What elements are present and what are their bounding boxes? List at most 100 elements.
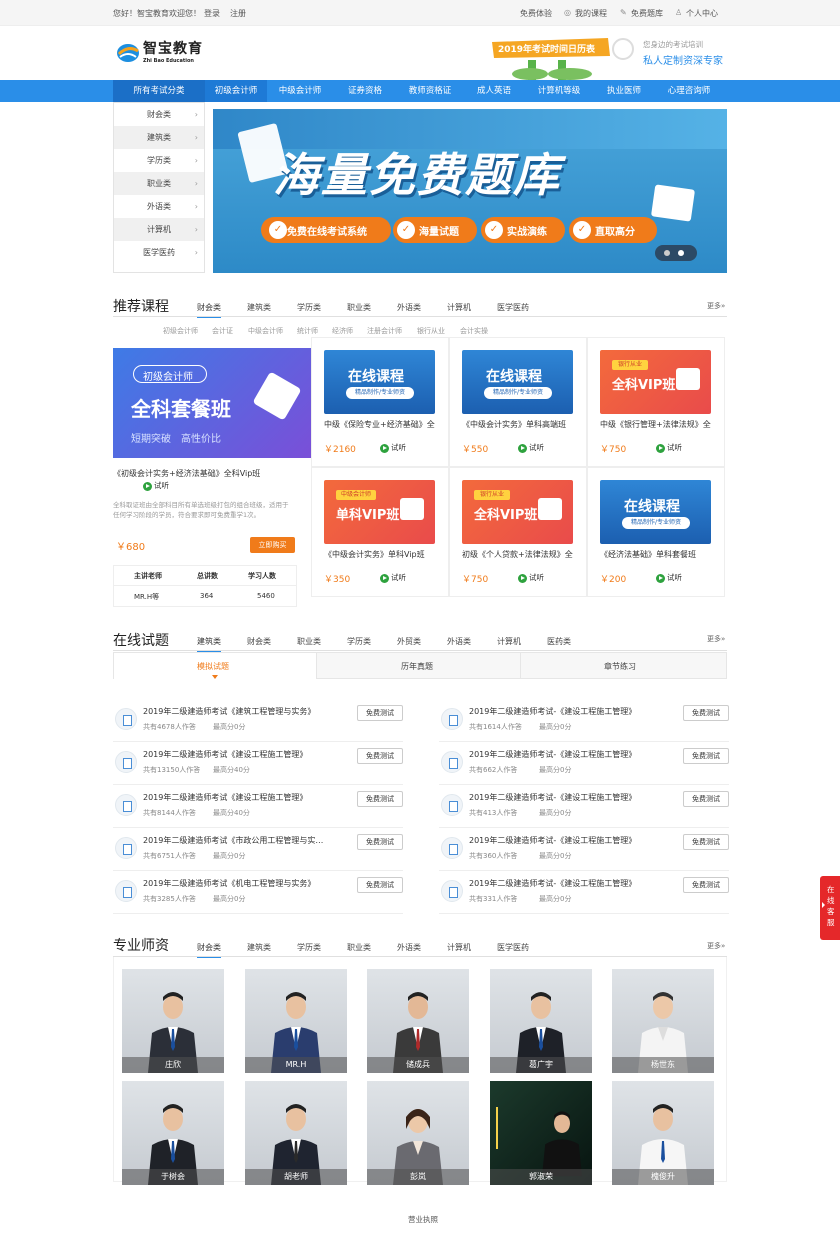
free-test-button[interactable]: 免费测试 — [683, 877, 729, 893]
sidebar-item[interactable]: 建筑类 › — [114, 126, 204, 149]
subtab-link[interactable]: 注册会计师 — [367, 326, 402, 336]
subtab-link[interactable]: 中级会计师 — [248, 326, 283, 336]
course-card[interactable]: 在线课程 精品制作/专业师资 《中级会计实务》单科高端班 ￥550 试听 — [449, 337, 587, 467]
tab-category[interactable]: 医药类 — [547, 636, 571, 647]
subtab-link[interactable]: 会计实操 — [460, 326, 488, 336]
exam-calendar-banner[interactable]: 2019年考试时间日历表 — [490, 30, 610, 80]
more-link[interactable]: 更多» — [707, 941, 725, 951]
exam-row[interactable]: 2019年二级建造师考试《机电工程管理与实务》 共有3285人作答 最高分0分 免费测… — [113, 871, 403, 914]
tab-category[interactable]: 职业类 — [297, 636, 321, 647]
trial-link[interactable]: 试听 — [518, 572, 544, 583]
tab-category[interactable]: 财会类 — [247, 636, 271, 647]
trial-link[interactable]: 试听 — [656, 442, 682, 453]
sidebar-item[interactable]: 医学医药 › — [114, 241, 204, 264]
nav-item[interactable]: 证券资格 — [333, 80, 397, 102]
trial-link[interactable]: 试听 — [380, 572, 406, 583]
course-card[interactable]: 在线课程 精品制作/专业师资 《经济法基础》单科套餐班 ￥200 试听 — [587, 467, 725, 597]
free-test-button[interactable]: 免费测试 — [683, 748, 729, 764]
exam-row[interactable]: 2019年二级建造师考试《建筑工程管理与实务》 共有4678人作答 最高分0分 免费测… — [113, 699, 403, 742]
free-test-button[interactable]: 免费测试 — [357, 877, 403, 893]
teacher-card[interactable]: 胡老师 — [245, 1081, 347, 1185]
exam-row[interactable]: 2019年二级建造师考试-《建设工程施工管理》 共有1614人作答 最高分0分 免费测… — [439, 699, 729, 742]
tab-category[interactable]: 外贸类 — [397, 636, 421, 647]
free-test-button[interactable]: 免费测试 — [683, 791, 729, 807]
tab-category[interactable]: 计算机 — [447, 942, 471, 953]
tab-category[interactable]: 计算机 — [447, 302, 471, 313]
course-card[interactable]: 银行从业 全科VIP班 中级《银行管理+法律法规》全 ￥750 试听 — [587, 337, 725, 467]
tab-category[interactable]: 学历类 — [347, 636, 371, 647]
personal-center-link[interactable]: 个人中心 — [686, 8, 718, 19]
business-license-link[interactable]: 营业执照 — [408, 1214, 438, 1225]
exam-row[interactable]: 2019年二级建造师考试《建设工程施工管理》 共有13150人作答 最高分40分 免费… — [113, 742, 403, 785]
teacher-card[interactable]: 于树会 — [122, 1081, 224, 1185]
free-test-button[interactable]: 免费测试 — [683, 834, 729, 850]
teacher-card[interactable]: MR.H — [245, 969, 347, 1073]
buy-now-button[interactable]: 立即购买 — [250, 537, 295, 553]
sidebar-item[interactable]: 外语类 › — [114, 195, 204, 218]
exam-row[interactable]: 2019年二级建造师考试-《建设工程施工管理》 共有331人作答 最高分0分 免费测试 — [439, 871, 729, 914]
tab-category[interactable]: 外语类 — [397, 302, 421, 313]
sidebar-item[interactable]: 职业类 › — [114, 172, 204, 195]
exam-row[interactable]: 2019年二级建造师考试《市政公用工程管理与实务》 共有6751人作答 最高分0分 免… — [113, 828, 403, 871]
subtab-link[interactable]: 初级会计师 — [163, 326, 198, 336]
free-test-button[interactable]: 免费测试 — [357, 834, 403, 850]
my-course-link[interactable]: 我的课程 — [575, 8, 607, 19]
tab-category[interactable]: 学历类 — [297, 942, 321, 953]
nav-item[interactable]: 计算机等级 — [525, 80, 593, 102]
teacher-card[interactable]: 储成兵 — [367, 969, 469, 1073]
nav-item[interactable]: 中级会计师 — [267, 80, 333, 102]
teacher-card[interactable]: 杨世东 — [612, 969, 714, 1073]
carousel-dot[interactable] — [664, 250, 670, 256]
carousel-dot-active[interactable] — [678, 250, 684, 256]
free-bank-link[interactable]: 免费题库 — [631, 8, 663, 19]
sidebar-item[interactable]: 计算机 › — [114, 218, 204, 241]
nav-item[interactable]: 执业医师 — [593, 80, 655, 102]
teacher-card[interactable]: 郭淑荣 — [490, 1081, 592, 1185]
course-card[interactable]: 中级会计师 单科VIP班 《中级会计实务》单科Vip班 ￥350 试听 — [311, 467, 449, 597]
hero-banner[interactable]: 海量免费题库 免费在线考试系统 海量试题 实战演练 直取高分 ✓ ✓ ✓ ✓ — [213, 109, 727, 273]
tab-category[interactable]: 计算机 — [497, 636, 521, 647]
subtab-chapter[interactable]: 章节练习 — [604, 661, 636, 672]
tab-category[interactable]: 建筑类 — [247, 302, 271, 313]
exam-row[interactable]: 2019年二级建造师考试-《建设工程施工管理》 共有413人作答 最高分0分 免费测试 — [439, 785, 729, 828]
subtab-link[interactable]: 统计师 — [297, 326, 318, 336]
nav-item[interactable]: 教师资格证 — [397, 80, 463, 102]
teacher-card[interactable]: 葛广宇 — [490, 969, 592, 1073]
trial-link[interactable]: 试听 — [656, 572, 682, 583]
free-test-button[interactable]: 免费测试 — [683, 705, 729, 721]
course-card[interactable]: 银行从业 全科VIP班 初级《个人贷款+法律法规》全 ￥750 试听 — [449, 467, 587, 597]
subtab-past[interactable]: 历年真题 — [401, 661, 433, 672]
teacher-card[interactable]: 庄欣 — [122, 969, 224, 1073]
sidebar-item[interactable]: 学历类 › — [114, 149, 204, 172]
tab-category[interactable]: 外语类 — [447, 636, 471, 647]
featured-course-name[interactable]: 《初级会计实务+经济法基础》全科Vip班 — [113, 468, 273, 480]
exam-row[interactable]: 2019年二级建造师考试-《建设工程施工管理》 共有360人作答 最高分0分 免费测试 — [439, 828, 729, 871]
trial-link[interactable]: 试听 — [518, 442, 544, 453]
tab-category[interactable]: 学历类 — [297, 302, 321, 313]
nav-item[interactable]: 成人英语 — [463, 80, 525, 102]
tab-category[interactable]: 职业类 — [347, 942, 371, 953]
nav-item[interactable]: 心理咨询师 — [655, 80, 723, 102]
tab-category[interactable]: 外语类 — [397, 942, 421, 953]
subtab-link[interactable]: 经济师 — [332, 326, 353, 336]
tab-category[interactable]: 建筑类 — [247, 942, 271, 953]
tab-category[interactable]: 医学医药 — [497, 942, 529, 953]
exam-row[interactable]: 2019年二级建造师考试《建设工程施工管理》 共有8144人作答 最高分40分 免费测… — [113, 785, 403, 828]
teacher-card[interactable]: 槐俊升 — [612, 1081, 714, 1185]
nav-item[interactable]: 初级会计师 — [205, 80, 267, 102]
featured-course-image[interactable]: 初级会计师 全科套餐班 短期突破 高性价比 — [113, 348, 311, 458]
more-link[interactable]: 更多» — [707, 301, 725, 311]
free-test-button[interactable]: 免费测试 — [357, 705, 403, 721]
register-link[interactable]: 注册 — [230, 8, 246, 19]
free-trial-link[interactable]: 免费体验 — [520, 8, 552, 19]
login-link[interactable]: 登录 — [204, 8, 220, 19]
more-link[interactable]: 更多» — [707, 634, 725, 644]
course-card[interactable]: 在线课程 精品制作/专业师资 中级《保险专业+经济基础》全 ￥2160 试听 — [311, 337, 449, 467]
teacher-card[interactable]: 彭岚 — [367, 1081, 469, 1185]
logo[interactable]: 智宝教育 Zhi Bao Education — [116, 38, 206, 68]
tab-category[interactable]: 职业类 — [347, 302, 371, 313]
trial-link[interactable]: 试听 — [143, 480, 169, 491]
subtab-link[interactable]: 银行从业 — [417, 326, 445, 336]
nav-all-categories[interactable]: 所有考试分类 — [113, 80, 205, 102]
sidebar-item[interactable]: 财会类 › — [114, 103, 204, 126]
